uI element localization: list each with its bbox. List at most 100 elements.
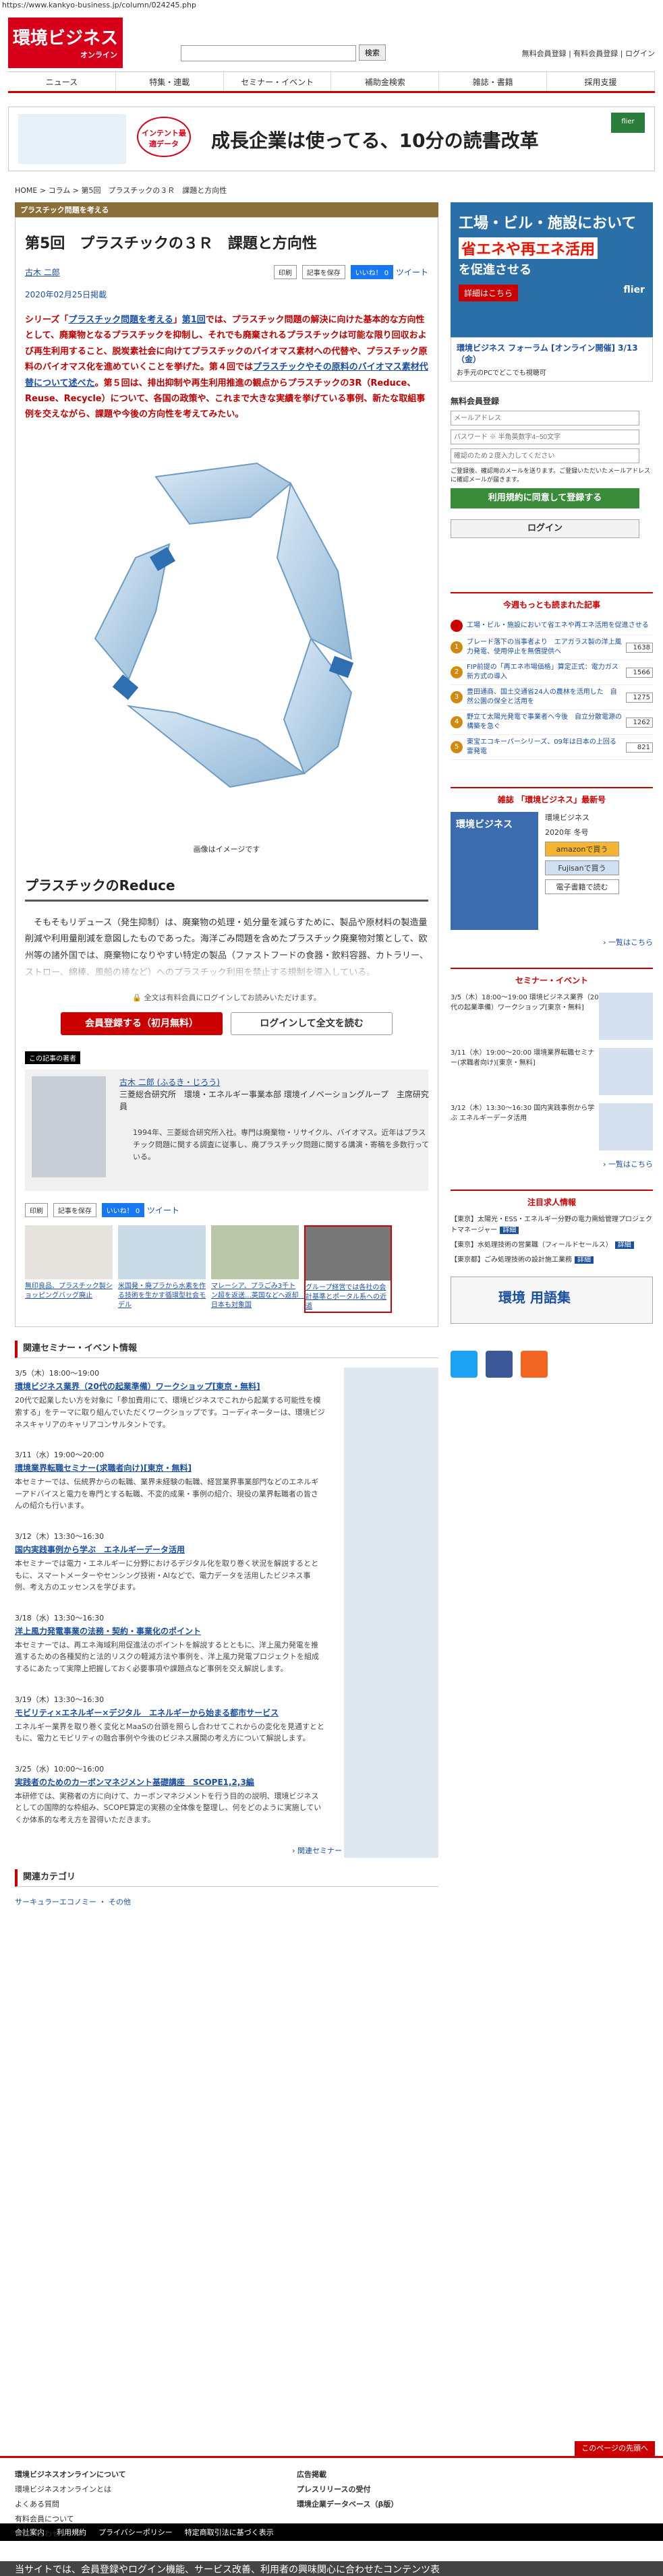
author-name[interactable]: 古木 二郎 (ふるき・じろう) <box>119 1076 220 1088</box>
related-title[interactable]: 無印良品、プラスチック製ショッピングバッグ廃止 <box>25 1282 113 1301</box>
job-item[interactable]: 【東京都】ごみ処理技術の設計施工業務 詳細 <box>451 1255 653 1266</box>
search-button[interactable]: 検索 <box>358 45 386 61</box>
author-link[interactable]: 古木 二郎 <box>25 266 60 278</box>
related-article-ad[interactable]: グループ経営では各社の会計基準とポータル系への近道 <box>304 1225 392 1314</box>
ranking-item[interactable]: 工場・ビル・施設において省エネや再エネ活用を促進させる <box>451 617 653 636</box>
footer-link[interactable]: 有料会員について <box>15 2512 126 2527</box>
rank-text[interactable]: 東宝エコキーパーシリーズ、09年は日本の上回る雷発電 <box>467 738 622 757</box>
footer-link[interactable]: プレスリリースの受付 <box>297 2482 398 2497</box>
ad-link[interactable]: 環境ビジネス フォーラム [オンライン開催] 3/13（金） <box>457 342 647 365</box>
nav-item-recruit[interactable]: 採用支援 <box>547 72 655 91</box>
job-detail-tag[interactable]: 詳細 <box>614 1241 634 1250</box>
login-to-read-button[interactable]: ログインして全文を読む <box>231 1012 393 1036</box>
like-button[interactable]: いいね！ 0 <box>350 265 394 279</box>
amazon-button[interactable]: amazonで買う <box>545 842 619 857</box>
job-text[interactable]: 【東京】水処理技術の営業職（フィールドセールス） <box>451 1241 612 1249</box>
rank-text[interactable]: 工場・ビル・施設において省エネや再エネ活用を促進させる <box>467 621 653 631</box>
event-text[interactable]: 3/12（木）13:30～16:30 国内実践事例から学ぶ エネルギーデータ活用 <box>451 1103 599 1150</box>
footer-link[interactable]: お問い合わせ <box>15 2527 126 2542</box>
magazine-cover[interactable]: 環境ビジネス <box>451 812 538 931</box>
part1-link[interactable]: 第1回 <box>182 315 206 325</box>
series-link[interactable]: プラスチック問題を考える <box>68 315 173 325</box>
magazine-more-text[interactable]: 一覧はこちら <box>608 938 653 947</box>
save-article-button[interactable]: 記事を保存 <box>301 265 345 279</box>
header-links[interactable]: 無料会員登録 | 有料会員登録 | ログイン <box>522 48 655 59</box>
job-detail-tag[interactable]: 詳細 <box>575 1256 594 1264</box>
event-image[interactable] <box>599 1048 653 1096</box>
register-button[interactable]: 会員登録する（初月無料） <box>61 1012 223 1036</box>
ranking-item[interactable]: 1 ブレード落下の当事者より エアガラス製の洋上風力発電、使用停止を無償提供へ 16… <box>451 635 653 661</box>
sidebar-ad[interactable]: 工場・ビル・施設において 省エネや再エネ活用 を促進させる 詳細はこちら fli… <box>451 202 653 337</box>
seminar-image[interactable] <box>344 1449 438 1544</box>
site-logo[interactable]: 環境ビジネス オンライン <box>8 18 123 68</box>
seminar-title[interactable]: 洋上風力発電事業の法務・契約・事業化のポイント <box>15 1625 325 1637</box>
search-input[interactable] <box>181 45 356 61</box>
job-item[interactable]: 【東京】水処理技術の営業職（フィールドセールス） 詳細 <box>451 1240 653 1251</box>
related-title[interactable]: マレーシア、プラごみ3千トン超を返送…英国などへ返却 日本も対象国 <box>211 1282 306 1310</box>
top-banner-ad[interactable]: インテント最適データ 成長企業は使ってる、10分の読書改革 flier <box>8 107 655 171</box>
ranking-item[interactable]: 3 豊田通商、国土交通省24人の農林を活用した 自然公園の保全と活用を 1275 <box>451 685 653 711</box>
rank-text[interactable]: 豊田通商、国土交通省24人の農林を活用した 自然公園の保全と活用を <box>467 688 622 707</box>
related-title[interactable]: 米国発・廃プラから水素を作る技術を生かす循環型社会モデル <box>118 1282 206 1310</box>
seminar-image[interactable] <box>344 1763 438 1858</box>
rank-text[interactable]: 野立て太陽光発電で事業者へ今後 自立分散電源の構築を急ぐ <box>467 713 622 732</box>
job-text[interactable]: 【東京都】ごみ処理技術の設計施工業務 <box>451 1256 572 1264</box>
event-item[interactable]: 3/12（木）13:30～16:30 国内実践事例から学ぶ エネルギーデータ活用 <box>451 1103 653 1151</box>
footer-link[interactable]: 環境企業データベース（β版） <box>297 2497 398 2512</box>
nav-item-subsidies[interactable]: 補助金検索 <box>331 72 440 91</box>
ad-cta-button[interactable]: 詳細はこちら <box>459 285 519 301</box>
event-item[interactable]: 3/11（水）19:00～20:00 環境業界転職セミナー(求職者向け)[東京・… <box>451 1048 653 1096</box>
seminar-image[interactable] <box>344 1612 438 1707</box>
facebook-icon[interactable] <box>486 1351 513 1378</box>
glossary-banner[interactable]: 環境 用語集 <box>451 1277 653 1324</box>
job-text[interactable]: 【東京】太陽光・ESS・エネルギー分野の電力需給管理プロジェクトマネージャー <box>451 1216 652 1234</box>
footer-link[interactable]: 広告掲載 <box>297 2467 398 2482</box>
sidebar-ad-caption[interactable]: 環境ビジネス フォーラム [オンライン開催] 3/13（金） お手元のPCでどこ… <box>451 337 653 382</box>
seminar-title[interactable]: モビリティ×エネルギー×デジタル エネルギーから始まる都市サービス <box>15 1707 325 1718</box>
event-item[interactable]: 3/5（木）18:00～19:00 環境ビジネス業界（20代の起業準備）ワークシ… <box>451 993 653 1041</box>
save-article-button-bottom[interactable]: 記事を保存 <box>53 1203 96 1218</box>
events-more-text[interactable]: 一覧はこちら <box>608 1160 653 1169</box>
password-confirm-field[interactable] <box>451 448 639 463</box>
print-button[interactable]: 印刷 <box>273 265 297 279</box>
password-field[interactable] <box>451 430 639 444</box>
seminar-title[interactable]: 環境業界転職セミナー(求職者向け)[東京・無料] <box>15 1462 325 1473</box>
footer-link[interactable]: よくある質問 <box>15 2497 126 2512</box>
nav-item-magazines[interactable]: 雑誌・書籍 <box>439 72 548 91</box>
breadcrumb[interactable]: HOME > コラム > 第5回 プラスチックの３Ｒ 課題と方向性 <box>15 185 648 196</box>
related-article[interactable]: マレーシア、プラごみ3千トン超を返送…英国などへ返却 日本も対象国 <box>211 1225 306 1313</box>
ranking-item[interactable]: 4 野立て太陽光発電で事業者へ今後 自立分散電源の構築を急ぐ 1262 <box>451 710 653 736</box>
ebook-button[interactable]: 電子書籍で読む <box>545 879 619 895</box>
footer-legal-link[interactable]: 特定商取引法に基づく表示 <box>185 2527 274 2538</box>
rank-text[interactable]: FIP前提の「再エネ市場価格」算定正式：電力ガス新方式の導入 <box>467 663 622 682</box>
events-more-link[interactable]: › 一覧はこちら <box>451 1159 653 1169</box>
seminar-title[interactable]: 国内実践事例から学ぶ エネルギーデータ活用 <box>15 1544 325 1555</box>
related-article[interactable]: 米国発・廃プラから水素を作る技術を生かす循環型社会モデル <box>118 1225 206 1313</box>
tweet-link[interactable]: ツイート <box>396 268 428 277</box>
job-detail-tag[interactable]: 詳細 <box>500 1227 519 1235</box>
event-text[interactable]: 3/11（水）19:00～20:00 環境業界転職セミナー(求職者向け)[東京・… <box>451 1048 599 1095</box>
ranking-item[interactable]: 5 東宝エコキーパーシリーズ、09年は日本の上回る雷発電 821 <box>451 735 653 761</box>
job-item[interactable]: 【東京】太陽光・ESS・エネルギー分野の電力需給管理プロジェクトマネージャー 詳細 <box>451 1214 653 1236</box>
twitter-icon[interactable] <box>451 1351 478 1378</box>
event-image[interactable] <box>599 993 653 1041</box>
nav-item-seminars[interactable]: セミナー・イベント <box>224 72 332 91</box>
seminar-image[interactable] <box>344 1368 438 1463</box>
login-button[interactable]: ログイン <box>451 519 639 539</box>
event-image[interactable] <box>599 1103 653 1151</box>
email-field[interactable] <box>451 411 639 426</box>
category-links[interactable]: サーキュラーエコノミー ・ その他 <box>15 1896 438 1907</box>
seminar-title[interactable]: 環境ビジネス業界（20代の起業準備）ワークショップ[東京・無料] <box>15 1380 325 1392</box>
like-button-bottom[interactable]: いいね！ 0 <box>101 1203 145 1218</box>
seminar-image[interactable] <box>344 1531 438 1626</box>
magazine-more-link[interactable]: › 一覧はこちら <box>451 937 653 947</box>
seminar-title[interactable]: 実践者のためのカーボンマネジメント基礎講座 SCOPE1,2,3編 <box>15 1776 325 1788</box>
print-button-bottom[interactable]: 印刷 <box>25 1203 48 1218</box>
ranking-item[interactable]: 2 FIP前提の「再エネ市場価格」算定正式：電力ガス新方式の導入 1566 <box>451 660 653 686</box>
signup-button[interactable]: 利用規約に同意して登録する <box>451 488 639 509</box>
tweet-link-bottom[interactable]: ツイート <box>147 1206 179 1215</box>
nav-item-news[interactable]: ニュース <box>8 72 116 91</box>
event-text[interactable]: 3/5（木）18:00～19:00 環境ビジネス業界（20代の起業準備）ワークシ… <box>451 993 599 1040</box>
fujisan-button[interactable]: Fujisanで買う <box>545 860 619 876</box>
back-to-top-button[interactable]: このページの先頭へ <box>575 2441 655 2456</box>
